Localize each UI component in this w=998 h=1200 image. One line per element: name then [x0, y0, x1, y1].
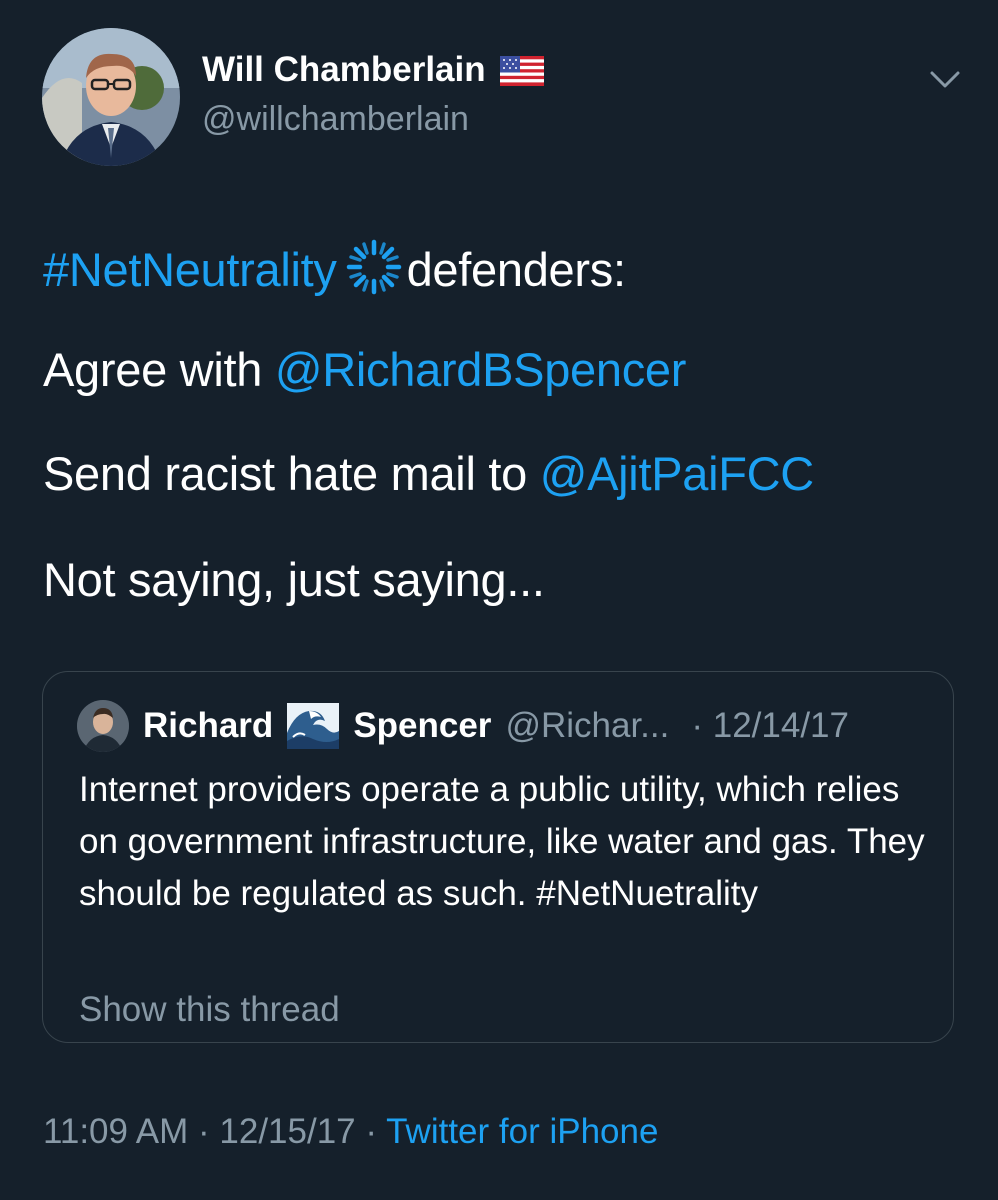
show-thread-link[interactable]: Show this thread: [79, 990, 340, 1030]
mention-link-ajitpaifcc[interactable]: @AjitPaiFCC: [540, 447, 815, 500]
wave-icon: [287, 703, 340, 749]
author-handle[interactable]: @willchamberlain: [202, 100, 469, 139]
tweet-line-1: #NetNeutrality defenders:: [43, 236, 626, 298]
quoted-author-avatar: [77, 700, 129, 752]
tweet-source-link[interactable]: Twitter for iPhone: [386, 1112, 658, 1151]
tweet-timestamp: 11:09 AM · 12/15/17 ·: [43, 1112, 387, 1151]
quoted-author-handle: @Richar...: [505, 706, 670, 745]
mention-link-richardbspencer[interactable]: @RichardBSpencer: [275, 343, 687, 396]
tweet-text-2: Agree with: [43, 343, 275, 396]
spinner-icon: [343, 236, 405, 298]
author-name[interactable]: Will Chamberlain: [202, 50, 486, 90]
tweet-text-1: defenders:: [406, 243, 626, 296]
quoted-tweet-date: · 12/14/17: [691, 706, 849, 745]
quoted-author-first-name: Richard: [143, 706, 274, 745]
author-avatar[interactable]: [42, 28, 180, 166]
quoted-author-last-name: Spencer: [353, 706, 492, 745]
tweet-meta: 11:09 AM · 12/15/17 · Twitter for iPhone: [43, 1112, 658, 1152]
tweet-line-4: Not saying, just saying...: [43, 553, 545, 606]
chevron-down-icon[interactable]: [924, 58, 966, 100]
us-flag-icon: [499, 55, 544, 86]
tweet-text-3: Send racist hate mail to: [43, 447, 540, 500]
tweet-line-2: Agree with @RichardBSpencer: [43, 342, 686, 397]
tweet-line-3: Send racist hate mail to @AjitPaiFCC: [43, 446, 814, 501]
quoted-tweet-header: Richard Spencer @Richar... · 12/14/17: [77, 700, 849, 752]
quoted-tweet-text: Internet providers operate a public util…: [79, 770, 925, 913]
hashtag-link[interactable]: #NetNeutrality: [43, 243, 337, 296]
author-name-row[interactable]: Will Chamberlain: [202, 50, 544, 90]
quoted-tweet-card[interactable]: Richard Spencer @Richar... · 12/14/17 In…: [42, 671, 954, 1043]
